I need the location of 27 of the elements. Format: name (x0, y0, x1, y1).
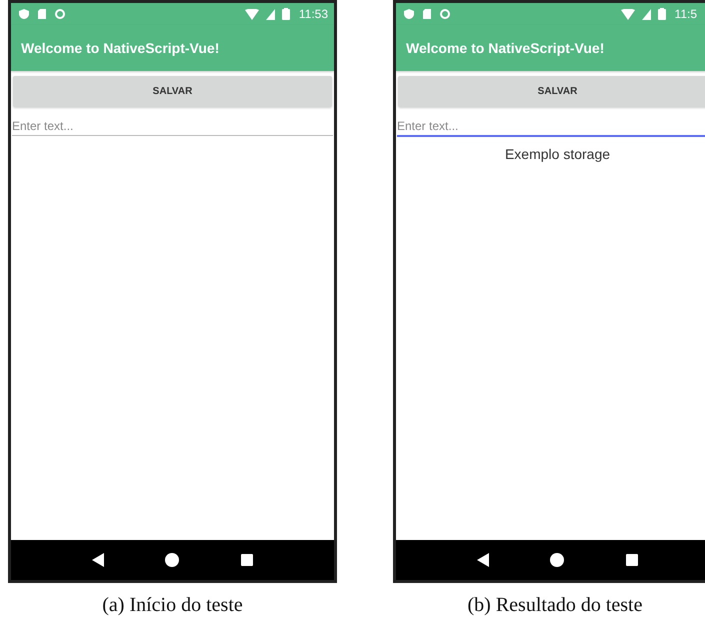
app-title: Welcome to NativeScript-Vue! (406, 40, 604, 56)
figure-caption: (a) Início do teste (102, 594, 243, 617)
shield-icon (18, 8, 30, 20)
app-title: Welcome to NativeScript-Vue! (21, 40, 220, 56)
save-button[interactable]: SALVAR (398, 76, 705, 107)
shield-icon (403, 8, 415, 20)
output-label: Exemplo storage (504, 146, 612, 162)
battery-icon (282, 8, 290, 20)
back-icon[interactable] (92, 553, 104, 567)
status-time: 11:5 (674, 7, 697, 21)
back-icon[interactable] (476, 553, 489, 567)
wifi-icon (244, 8, 259, 20)
sd-card-icon (37, 8, 47, 20)
home-icon[interactable] (165, 553, 180, 567)
status-time: 11:53 (298, 7, 328, 21)
battery-icon (658, 8, 666, 20)
recents-icon[interactable] (241, 554, 254, 566)
home-icon[interactable] (550, 553, 564, 567)
save-button[interactable]: SALVAR (13, 76, 332, 107)
sd-card-icon (422, 8, 432, 20)
circle-icon (54, 8, 66, 20)
signal-icon (266, 8, 275, 20)
circle-icon (439, 8, 451, 20)
signal-icon (642, 8, 651, 20)
wifi-icon (620, 8, 635, 20)
recents-icon[interactable] (626, 554, 638, 566)
figure-caption: (b) Resultado do teste (468, 594, 642, 617)
